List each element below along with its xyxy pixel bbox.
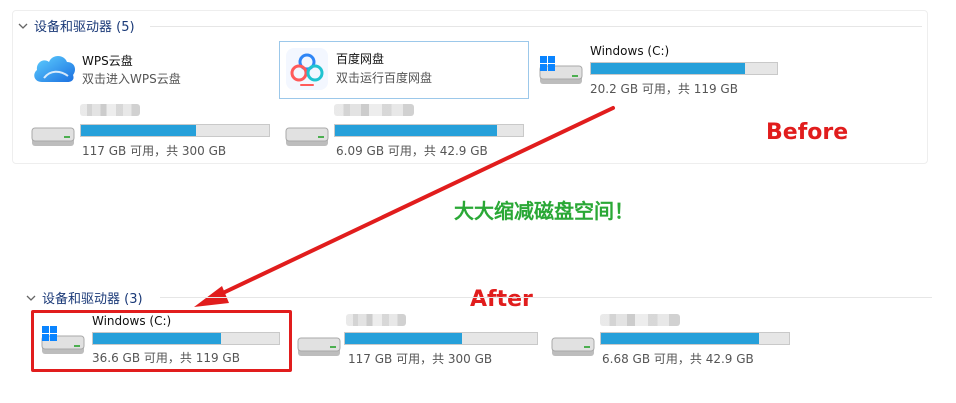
bottom-windows-c-usage-fill bbox=[93, 333, 222, 344]
bottom-windows-c-space: 36.6 GB 可用，共 119 GB bbox=[92, 351, 240, 365]
bottom-drive-3-tile[interactable]: 6.68 GB 可用，共 42.9 GB bbox=[550, 312, 790, 368]
bottom-windows-c-tile[interactable]: Windows (C:) 36.6 GB 可用，共 119 GB bbox=[40, 314, 286, 366]
bottom-drive-2-tile[interactable]: 117 GB 可用，共 300 GB bbox=[296, 312, 538, 368]
drive-icon bbox=[297, 337, 341, 356]
bottom-drive-2-usage-bar bbox=[344, 332, 538, 345]
bottom-windows-c-usage-bar bbox=[92, 332, 280, 345]
bottom-drive-3-usage-fill bbox=[601, 333, 759, 344]
bottom-section-title: 设备和驱动器 (3) bbox=[42, 292, 143, 307]
chevron-down-icon bbox=[26, 295, 36, 301]
bottom-drive-3-usage-bar bbox=[600, 332, 790, 345]
bottom-drive-3-space: 6.68 GB 可用，共 42.9 GB bbox=[602, 352, 754, 366]
bottom-windows-c-name: Windows (C:) bbox=[92, 314, 172, 328]
bottom-drive-2-usage-fill bbox=[345, 333, 463, 344]
bottom-section-divider bbox=[160, 297, 932, 298]
bottom-drive-3-name-redacted bbox=[600, 314, 680, 326]
bottom-section-header[interactable]: 设备和驱动器 (3) bbox=[26, 288, 143, 307]
drive-icon bbox=[551, 337, 595, 356]
bottom-drive-2-name-redacted bbox=[346, 314, 406, 326]
bottom-drive-2-space: 117 GB 可用，共 300 GB bbox=[348, 352, 493, 366]
windows-drive-icon bbox=[41, 326, 85, 354]
